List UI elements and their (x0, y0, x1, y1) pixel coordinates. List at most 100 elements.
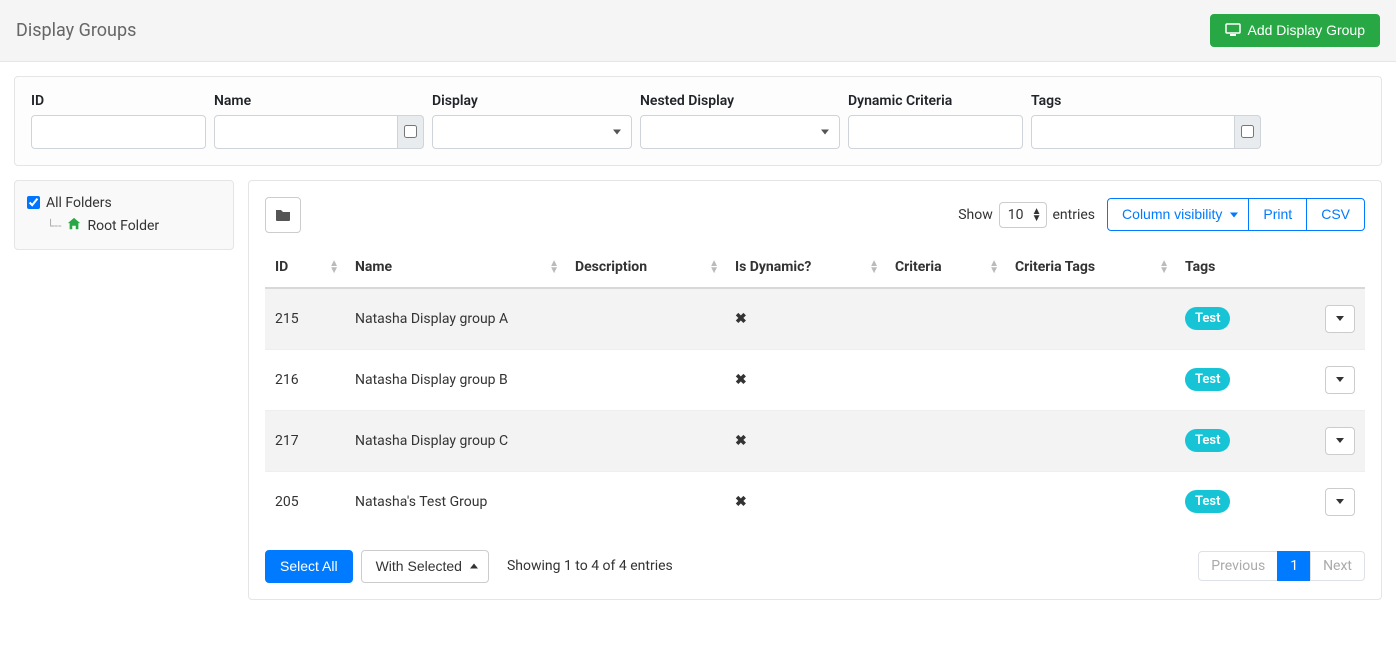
filter-dynamic-criteria-input[interactable] (848, 115, 1023, 149)
col-name[interactable]: Name▲▼ (345, 247, 565, 288)
filter-name-label: Name (214, 93, 424, 109)
table-row: 217Natasha Display group C ✖ Test (265, 410, 1365, 471)
filter-panel: ID Name Display Nested Display Dynamic C… (14, 76, 1382, 166)
col-is-dynamic[interactable]: Is Dynamic?▲▼ (725, 247, 885, 288)
folder-button[interactable] (265, 197, 301, 233)
sort-icon: ▲▼ (1159, 260, 1169, 274)
x-icon: ✖ (735, 311, 747, 327)
home-icon (67, 217, 81, 235)
sort-icon: ▲▼ (869, 260, 879, 274)
cell-criteria (885, 471, 1005, 532)
display-groups-table: ID▲▼ Name▲▼ Description▲▼ Is Dynamic?▲▼ … (265, 247, 1365, 532)
entries-value: 10 (1008, 207, 1024, 223)
cell-actions (1315, 349, 1365, 410)
table-tools: Column visibility Print CSV (1107, 198, 1365, 231)
tree-node-all-folders[interactable]: All Folders (27, 195, 221, 211)
row-menu-button[interactable] (1325, 366, 1355, 394)
chevron-down-icon (821, 129, 829, 134)
column-visibility-label: Column visibility (1122, 206, 1222, 223)
cell-id: 215 (265, 288, 345, 350)
cell-criteria (885, 410, 1005, 471)
tree-node-root-folder[interactable]: └╌ Root Folder (27, 217, 221, 235)
filter-id-input[interactable] (31, 115, 206, 149)
entries-label: entries (1053, 207, 1096, 223)
cell-description (565, 471, 725, 532)
page-next[interactable]: Next (1310, 551, 1365, 581)
show-label: Show (958, 207, 993, 223)
main-panel: Show 10 ▲▼ entries Column visibility Pri… (248, 180, 1382, 600)
page-1[interactable]: 1 (1277, 551, 1311, 581)
cell-is-dynamic: ✖ (725, 288, 885, 350)
cell-criteria (885, 349, 1005, 410)
x-icon: ✖ (735, 433, 747, 449)
row-menu-button[interactable] (1325, 488, 1355, 516)
add-display-group-button[interactable]: Add Display Group (1210, 14, 1380, 47)
page-title: Display Groups (16, 20, 136, 41)
all-folders-label: All Folders (46, 195, 112, 211)
filter-tags: Tags (1031, 93, 1261, 149)
cell-criteria-tags (1005, 471, 1175, 532)
tag-pill[interactable]: Test (1185, 368, 1230, 391)
filter-name-input[interactable] (214, 115, 398, 149)
table-row: 205Natasha's Test Group✖Test (265, 471, 1365, 532)
column-visibility-button[interactable]: Column visibility (1107, 198, 1249, 231)
cell-criteria-tags (1005, 410, 1175, 471)
filter-dynamic-criteria: Dynamic Criteria (848, 93, 1023, 149)
tag-pill[interactable]: Test (1185, 429, 1230, 452)
cell-tags: Test (1175, 288, 1315, 350)
cell-criteria (885, 288, 1005, 350)
chevron-down-icon (1336, 377, 1344, 382)
cell-tags: Test (1175, 471, 1315, 532)
filter-nested-display-select[interactable] (640, 115, 840, 149)
x-icon: ✖ (735, 372, 747, 388)
filter-tags-checkbox[interactable] (1241, 125, 1254, 138)
cell-criteria-tags (1005, 349, 1175, 410)
filter-name-check-addon (398, 115, 424, 149)
cell-name: Natasha Display group C (345, 410, 565, 471)
chevron-down-icon (1336, 499, 1344, 504)
monitor-icon (1225, 23, 1241, 37)
pagination: Previous 1 Next (1198, 551, 1365, 581)
row-menu-button[interactable] (1325, 305, 1355, 333)
cell-name: Natasha Display group B (345, 349, 565, 410)
add-button-label: Add Display Group (1247, 22, 1365, 39)
cell-is-dynamic: ✖ (725, 349, 885, 410)
csv-button[interactable]: CSV (1306, 198, 1365, 231)
row-menu-button[interactable] (1325, 427, 1355, 455)
filter-name: Name (214, 93, 424, 149)
col-id[interactable]: ID▲▼ (265, 247, 345, 288)
with-selected-button[interactable]: With Selected (361, 550, 489, 583)
filter-nested-display: Nested Display (640, 93, 840, 149)
all-folders-checkbox[interactable] (27, 196, 40, 209)
filter-tags-input[interactable] (1031, 115, 1235, 149)
cell-actions (1315, 288, 1365, 350)
page-previous[interactable]: Previous (1198, 551, 1278, 581)
cell-id: 216 (265, 349, 345, 410)
cell-name: Natasha Display group A (345, 288, 565, 350)
cell-id: 205 (265, 471, 345, 532)
cell-description (565, 288, 725, 350)
sort-icon: ▲▼ (549, 260, 559, 274)
cell-id: 217 (265, 410, 345, 471)
select-all-button[interactable]: Select All (265, 550, 353, 583)
col-criteria[interactable]: Criteria▲▼ (885, 247, 1005, 288)
tree-connector-icon: └╌ (47, 219, 61, 233)
col-criteria-tags[interactable]: Criteria Tags▲▼ (1005, 247, 1175, 288)
filter-display-select[interactable] (432, 115, 632, 149)
filter-tags-label: Tags (1031, 93, 1261, 109)
filter-display: Display (432, 93, 632, 149)
print-button[interactable]: Print (1248, 198, 1307, 231)
with-selected-label: With Selected (376, 558, 462, 575)
chevron-down-icon (1230, 212, 1238, 217)
tag-pill[interactable]: Test (1185, 307, 1230, 330)
tag-pill[interactable]: Test (1185, 490, 1230, 513)
table-row: 215Natasha Display group A ✖ Test (265, 288, 1365, 350)
filter-name-checkbox[interactable] (404, 125, 417, 138)
filter-tags-check-addon (1235, 115, 1261, 149)
root-folder-label: Root Folder (87, 218, 159, 234)
sort-icon: ▲▼ (989, 260, 999, 274)
chevron-up-icon (470, 564, 478, 569)
entries-select[interactable]: 10 ▲▼ (999, 202, 1047, 228)
sort-icon: ▲▼ (329, 260, 339, 274)
col-description[interactable]: Description▲▼ (565, 247, 725, 288)
